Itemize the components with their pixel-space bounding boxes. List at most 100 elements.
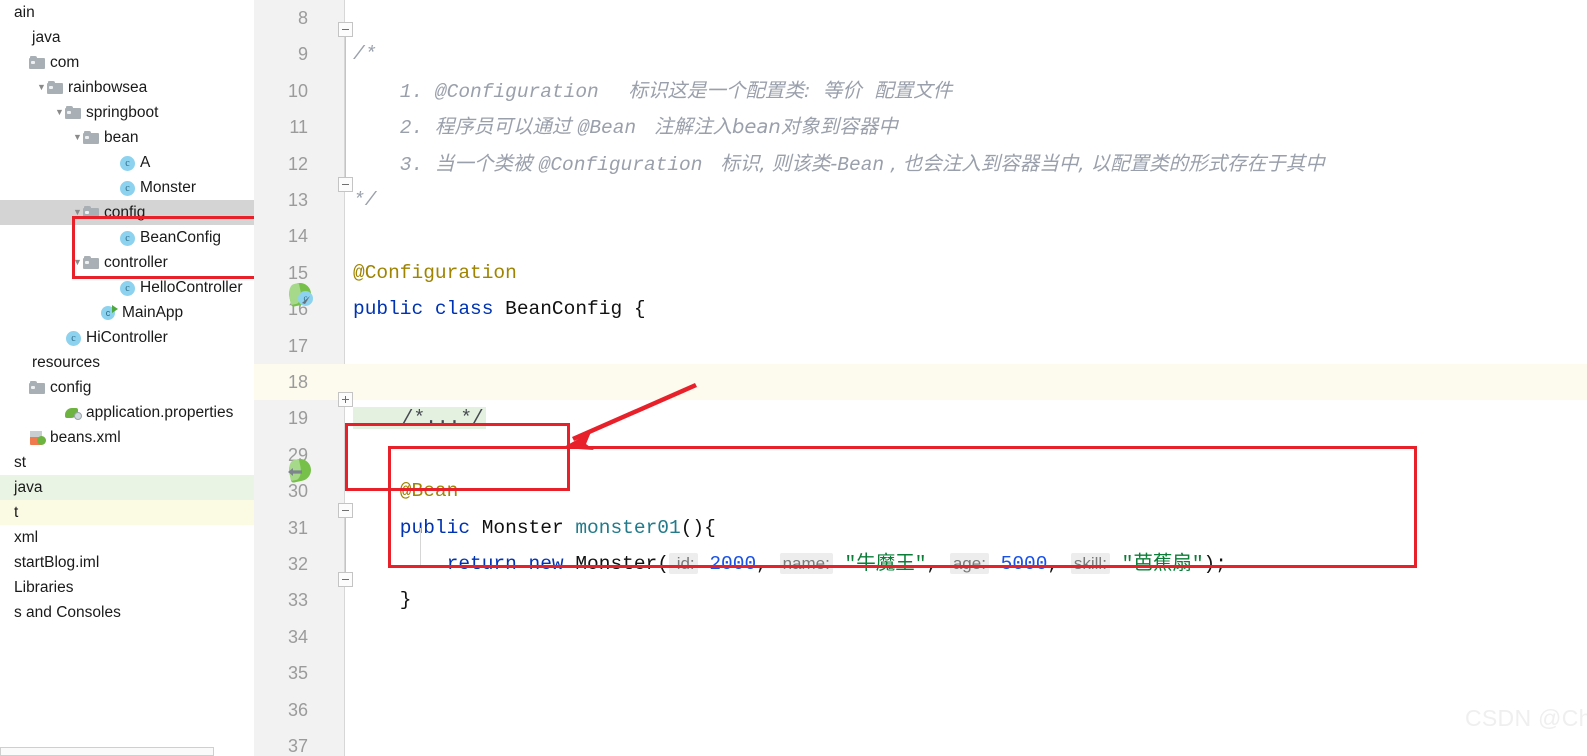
spring-bean-gutter-icon-class[interactable]: c	[286, 280, 314, 308]
java-main-class-icon: c	[101, 305, 118, 320]
code-line-17[interactable]: 17	[254, 328, 1587, 364]
tree-item-hellocontroller[interactable]: ▼cHelloController	[0, 275, 254, 300]
tree-twisty-placeholder: ▼	[18, 425, 29, 450]
code-line-15[interactable]: 15 @Configuration	[254, 255, 1587, 291]
fold-marker-method-close[interactable]	[338, 572, 354, 588]
spring-bean-gutter-icon-method[interactable]	[286, 456, 314, 484]
tree-item-label: st	[14, 454, 27, 471]
project-sidebar[interactable]: ▼ain▼java▼com▼rainbowsea▼springboot▼bean…	[0, 0, 254, 756]
folder-icon	[83, 130, 100, 145]
code-line-37[interactable]: 37	[254, 728, 1587, 756]
code-text[interactable]: }	[353, 582, 412, 618]
tree-item-hicontroller[interactable]: ▼cHiController	[0, 325, 254, 350]
code-line-13[interactable]: 13 */	[254, 182, 1587, 218]
code-line-14[interactable]: 14	[254, 218, 1587, 254]
code-line-10[interactable]: 10 1. @Configuration 标识这是一个配置类: 等价 配置文件	[254, 73, 1587, 109]
tree-item-startblog-iml[interactable]: ▼startBlog.iml	[0, 550, 254, 575]
tree-item-application-properties[interactable]: ▼ application.properties	[0, 400, 254, 425]
code-text[interactable]: 3. 当一个类被 @Configuration 标识, 则该类-Bean , 也…	[353, 146, 1325, 183]
code-line-36[interactable]: 36	[254, 692, 1587, 728]
tree-item-xml[interactable]: ▼xml	[0, 525, 254, 550]
fold-marker-method-open[interactable]	[338, 503, 354, 519]
tree-item-label: MainApp	[122, 304, 184, 321]
line-number: 9	[297, 44, 308, 65]
code-token: skill:	[1070, 553, 1110, 574]
tree-twisty-placeholder: ▼	[0, 550, 11, 575]
code-token: id:	[668, 553, 698, 574]
tree-item-st[interactable]: ▼st	[0, 450, 254, 475]
tree-item-beanconfig[interactable]: ▼cBeanConfig	[0, 225, 254, 250]
tree-item-rainbowsea[interactable]: ▼ rainbowsea	[0, 75, 254, 100]
code-line-16[interactable]: 16 public class BeanConfig {	[254, 291, 1587, 327]
tree-item-java[interactable]: ▼java	[0, 475, 254, 500]
code-text[interactable]: @Bean	[353, 473, 459, 509]
code-line-12[interactable]: 12 3. 当一个类被 @Configuration 标识, 则该类-Bean …	[254, 146, 1587, 182]
tree-item-a[interactable]: ▼cA	[0, 150, 254, 175]
chevron-down-icon[interactable]: ▼	[72, 200, 83, 225]
code-token: public	[353, 516, 482, 539]
code-line-19[interactable]: 19 /*...*/	[254, 400, 1587, 436]
code-text[interactable]: */	[353, 182, 376, 218]
tree-twisty-placeholder: ▼	[18, 50, 29, 75]
line-number: 19	[287, 408, 308, 429]
tree-item-config[interactable]: ▼ config	[0, 375, 254, 400]
sidebar-horizontal-scrollbar[interactable]	[0, 747, 214, 756]
code-text[interactable]: 1. @Configuration 标识这是一个配置类: 等价 配置文件	[353, 73, 952, 110]
tree-item-label: startBlog.iml	[14, 554, 100, 571]
code-text[interactable]: /*	[353, 36, 376, 72]
tree-item-java[interactable]: ▼java	[0, 25, 254, 50]
tree-item-monster[interactable]: ▼cMonster	[0, 175, 254, 200]
tree-item-label: bean	[104, 129, 139, 146]
tree-item-s-and-consoles[interactable]: ▼s and Consoles	[0, 600, 254, 625]
code-line-35[interactable]: 35	[254, 655, 1587, 691]
code-editor[interactable]: 8 9 /* 10 1. @Configuration 标识这是一个配置类: 等价 配…	[254, 0, 1587, 756]
tree-item-label: t	[14, 504, 19, 521]
code-line-33[interactable]: 33 }	[254, 582, 1587, 618]
tree-item-controller[interactable]: ▼ controller	[0, 250, 254, 275]
chevron-down-icon[interactable]: ▼	[72, 125, 83, 150]
line-number: 17	[287, 335, 308, 356]
tree-item-label: config	[50, 379, 92, 396]
code-token: @Bean	[353, 480, 459, 503]
code-text[interactable]: return new Monster( id: 2000, name: "牛魔王…	[353, 546, 1227, 582]
code-line-31[interactable]: 31 public Monster monster01(){	[254, 510, 1587, 546]
tree-item-bean[interactable]: ▼ bean	[0, 125, 254, 150]
tree-twisty-placeholder: ▼	[18, 25, 29, 50]
code-token: @Configuration	[538, 153, 715, 176]
tree-item-libraries[interactable]: ▼Libraries	[0, 575, 254, 600]
fold-marker-expand-region[interactable]	[338, 392, 354, 408]
code-line-29[interactable]: 29	[254, 437, 1587, 473]
chevron-down-icon[interactable]: ▼	[72, 250, 83, 275]
code-text[interactable]: @Configuration	[353, 255, 517, 291]
code-line-9[interactable]: 9 /*	[254, 36, 1587, 72]
code-line-30[interactable]: 30 @Bean	[254, 473, 1587, 509]
fold-marker-comment-close[interactable]	[338, 177, 354, 193]
code-line-18[interactable]: 18	[254, 364, 1587, 401]
code-line-8[interactable]: 8	[254, 0, 1587, 36]
tree-twisty-placeholder: ▼	[54, 400, 65, 425]
tree-item-t[interactable]: ▼t	[0, 500, 254, 525]
code-token: */	[353, 189, 377, 211]
code-text[interactable]: /*...*/	[353, 400, 486, 436]
tree-item-ain[interactable]: ▼ain	[0, 0, 254, 25]
tree-item-mainapp[interactable]: ▼c MainApp	[0, 300, 254, 325]
tree-item-beans-xml[interactable]: ▼ beans.xml	[0, 425, 254, 450]
tree-item-resources[interactable]: ▼resources	[0, 350, 254, 375]
chevron-down-icon[interactable]: ▼	[54, 100, 65, 125]
tree-item-config[interactable]: ▼ config	[0, 200, 254, 225]
tree-item-springboot[interactable]: ▼ springboot	[0, 100, 254, 125]
navigate-arrow-icon	[302, 296, 310, 304]
line-number: 14	[287, 226, 308, 247]
code-line-32[interactable]: 32 return new Monster( id: 2000, name: "…	[254, 546, 1587, 582]
code-text[interactable]: public class BeanConfig {	[353, 291, 646, 327]
code-token: return new	[353, 553, 576, 575]
code-text[interactable]: 2. 程序员可以通过 @Bean 注解注入bean对象到容器中	[353, 109, 898, 146]
chevron-down-icon[interactable]: ▼	[36, 75, 47, 100]
fold-marker-comment-open[interactable]	[338, 22, 354, 38]
tree-item-com[interactable]: ▼ com	[0, 50, 254, 75]
code-line-11[interactable]: 11 2. 程序员可以通过 @Bean 注解注入bean对象到容器中	[254, 109, 1587, 145]
line-number: 10	[287, 80, 308, 101]
code-text[interactable]: public Monster monster01(){	[353, 510, 716, 546]
code-token: "牛魔王"	[832, 553, 927, 575]
code-line-34[interactable]: 34	[254, 619, 1587, 655]
